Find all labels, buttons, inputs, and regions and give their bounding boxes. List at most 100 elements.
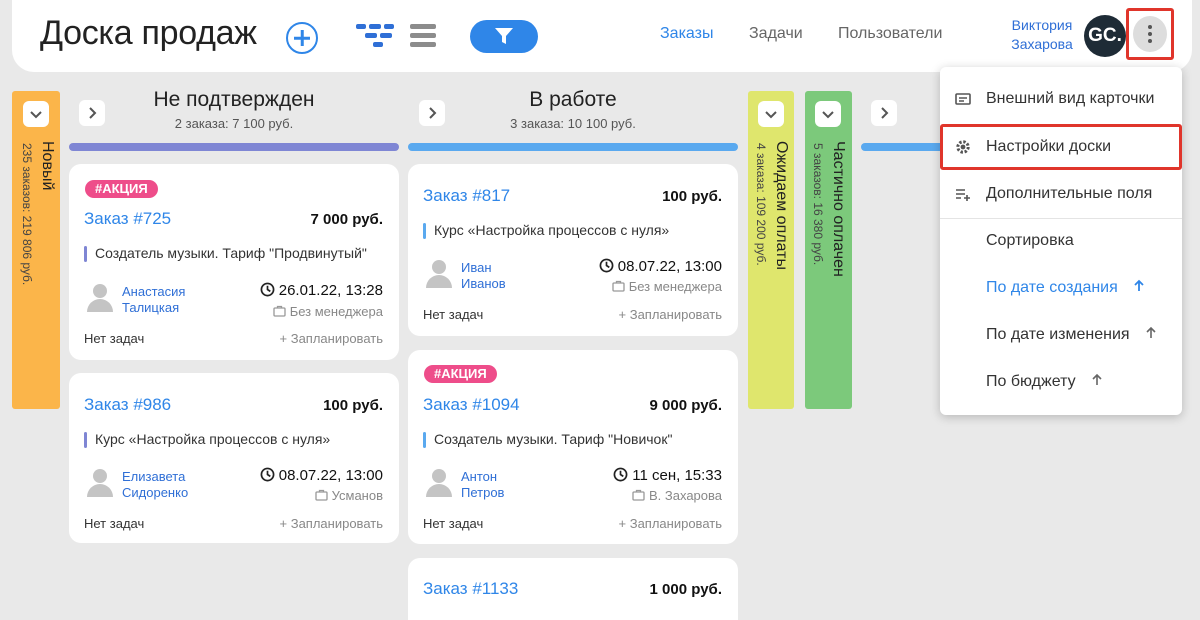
- add-fields-icon: [956, 189, 970, 201]
- order-card[interactable]: #АКЦИЯ Заказ #725 7 000 руб. Создатель м…: [69, 164, 399, 360]
- arrow-up-icon: [1145, 326, 1156, 338]
- page-title: Доска продаж: [40, 14, 257, 52]
- order-link[interactable]: Заказ #817: [423, 186, 510, 206]
- manager-label: Без менеджера: [612, 279, 722, 294]
- product-name: Создатель музыки. Тариф "Продвинутый": [84, 245, 367, 262]
- list-view-icon[interactable]: [410, 24, 436, 48]
- column-summary: 5 заказов: 16 380 руб.: [811, 143, 825, 266]
- order-card[interactable]: Заказ #986 100 руб. Курс «Настройка проц…: [69, 373, 399, 543]
- more-vertical-icon: [1133, 16, 1167, 52]
- order-price: 1 000 руб.: [649, 581, 722, 598]
- clock-icon: [599, 258, 614, 273]
- sort-by-budget[interactable]: По бюджету: [986, 373, 1104, 391]
- schedule-task-link[interactable]: + Запланировать: [619, 516, 722, 531]
- order-link[interactable]: Заказ #986: [84, 395, 171, 415]
- filter-icon: [495, 28, 513, 44]
- client-name[interactable]: Иван Иванов: [461, 260, 506, 292]
- column-new[interactable]: Новый 235 заказов: 219 806 руб.: [12, 91, 60, 409]
- column-summary: 3 заказа: 10 100 руб.: [510, 116, 636, 131]
- column-partially-paid[interactable]: Частично оплачен 5 заказов: 16 380 руб.: [805, 91, 852, 409]
- order-date: 26.01.22, 13:28: [260, 282, 383, 299]
- more-options-button[interactable]: [1126, 8, 1174, 60]
- expand-column-button[interactable]: [758, 101, 784, 127]
- filter-button[interactable]: [470, 20, 538, 53]
- nav-orders[interactable]: Заказы: [660, 25, 713, 43]
- manager-label[interactable]: В. Захарова: [632, 488, 722, 503]
- sort-by-created[interactable]: По дате создания: [986, 279, 1146, 297]
- user-name[interactable]: Виктория Захарова: [1008, 16, 1076, 54]
- tasks-status: Нет задач: [423, 307, 484, 322]
- client-name[interactable]: Елизавета Сидоренко: [122, 469, 188, 501]
- client-name[interactable]: Анастасия Талицкая: [122, 284, 185, 316]
- column-summary: 4 заказа: 109 200 руб.: [754, 143, 768, 266]
- manager-label: Без менеджера: [273, 304, 383, 319]
- person-icon: [426, 260, 452, 288]
- menu-item-board-settings[interactable]: Настройки доски: [940, 124, 1182, 170]
- menu-item-extra-fields[interactable]: Дополнительные поля: [940, 171, 1182, 217]
- order-link[interactable]: Заказ #725: [84, 209, 171, 229]
- chevron-down-icon: [822, 111, 834, 119]
- sort-by-modified[interactable]: По дате изменения: [986, 326, 1158, 344]
- column-color-bar: [408, 143, 738, 151]
- tasks-status: Нет задач: [84, 331, 145, 346]
- order-date: 11 сен, 15:33: [613, 467, 722, 484]
- clock-icon: [260, 282, 275, 297]
- order-card[interactable]: Заказ #1133 1 000 руб.: [408, 558, 738, 620]
- column-title: Не подтвержден: [153, 88, 315, 111]
- product-name: Создатель музыки. Тариф "Новичок": [423, 431, 672, 448]
- expand-column-button[interactable]: [23, 101, 49, 127]
- client-name[interactable]: Антон Петров: [461, 469, 504, 501]
- collapse-column-button[interactable]: [871, 100, 897, 126]
- product-name: Курс «Настройка процессов с нуля»: [423, 222, 669, 239]
- schedule-task-link[interactable]: + Запланировать: [280, 331, 383, 346]
- expand-column-button[interactable]: [815, 101, 841, 127]
- column-color-bar: [69, 143, 399, 151]
- schedule-task-link[interactable]: + Запланировать: [619, 307, 722, 322]
- order-price: 100 руб.: [662, 188, 722, 205]
- order-date: 08.07.22, 13:00: [599, 258, 722, 275]
- column-title: Новый: [39, 141, 56, 191]
- chevron-down-icon: [30, 111, 42, 119]
- column-summary: 235 заказов: 219 806 руб.: [20, 143, 34, 286]
- column-summary: 2 заказа: 7 100 руб.: [174, 116, 294, 131]
- chevron-down-icon: [765, 111, 777, 119]
- person-icon: [426, 469, 452, 497]
- column-awaiting-payment[interactable]: Ожидаем оплаты 4 заказа: 109 200 руб.: [748, 91, 794, 409]
- clock-icon: [613, 467, 628, 482]
- manager-label[interactable]: Усманов: [314, 488, 383, 503]
- board-options-menu: Внешний вид карточки Настройки доски Доп…: [940, 67, 1182, 415]
- menu-item-card-view[interactable]: Внешний вид карточки: [940, 76, 1182, 122]
- order-link[interactable]: Заказ #1133: [423, 579, 518, 599]
- kanban-view-icon[interactable]: [356, 24, 394, 48]
- order-card[interactable]: #АКЦИЯ Заказ #1094 9 000 руб. Создатель …: [408, 350, 738, 544]
- column-title: Ожидаем оплаты: [773, 141, 790, 270]
- order-link[interactable]: Заказ #1094: [423, 395, 520, 415]
- chevron-right-icon: [881, 107, 889, 119]
- column-color-bar: [861, 143, 951, 151]
- nav-users[interactable]: Пользователи: [838, 25, 942, 43]
- arrow-up-icon: [1092, 373, 1102, 385]
- menu-divider: [940, 218, 1182, 219]
- person-icon: [87, 284, 113, 312]
- sort-heading: Сортировка: [986, 232, 1074, 249]
- tasks-status: Нет задач: [84, 516, 145, 531]
- order-date: 08.07.22, 13:00: [260, 467, 383, 484]
- schedule-task-link[interactable]: + Запланировать: [280, 516, 383, 531]
- briefcase-icon: [314, 489, 328, 501]
- person-icon: [87, 469, 113, 497]
- promo-badge: #АКЦИЯ: [424, 365, 497, 383]
- order-price: 9 000 руб.: [649, 397, 722, 414]
- promo-badge: #АКЦИЯ: [85, 180, 158, 198]
- product-name: Курс «Настройка процессов с нуля»: [84, 431, 330, 448]
- order-price: 100 руб.: [323, 397, 383, 414]
- column-title: Частично оплачен: [830, 141, 847, 277]
- gear-icon: [956, 140, 970, 154]
- order-card[interactable]: Заказ #817 100 руб. Курс «Настройка проц…: [408, 164, 738, 336]
- nav-tasks[interactable]: Задачи: [749, 25, 803, 43]
- avatar[interactable]: GC.: [1084, 15, 1126, 57]
- add-order-button[interactable]: [286, 22, 318, 54]
- arrow-up-icon: [1134, 279, 1144, 291]
- briefcase-icon: [273, 305, 286, 317]
- clock-icon: [260, 467, 275, 482]
- tasks-status: Нет задач: [423, 516, 484, 531]
